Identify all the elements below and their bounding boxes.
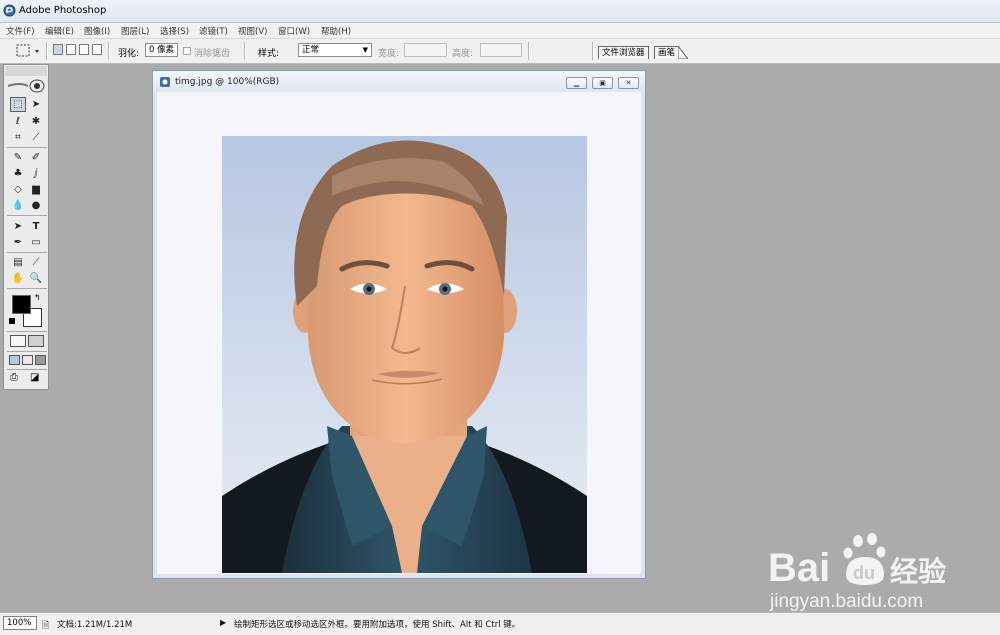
document-title: timg.jpg @ 100%(RGB): [175, 77, 280, 87]
menu-edit[interactable]: 编辑(E): [45, 25, 74, 37]
status-hint: 绘制矩形选区或移动选区外框。要用附加选项，使用 Shift、Alt 和 Ctrl…: [234, 620, 521, 630]
feather-label: 羽化:: [118, 49, 140, 59]
menu-file[interactable]: 文件(F): [6, 25, 35, 37]
tab-corner-icon: [678, 46, 688, 59]
imageready-icon[interactable]: ◪: [30, 372, 44, 385]
menu-help[interactable]: 帮助(H): [321, 25, 351, 37]
minimize-button[interactable]: ▁: [566, 77, 587, 89]
menu-filter[interactable]: 滤镜(T): [199, 25, 228, 37]
full-screen-menu-mode-icon[interactable]: [22, 355, 33, 365]
feather-input[interactable]: 0 像素: [145, 43, 178, 57]
menu-layer[interactable]: 图层(L): [121, 25, 149, 37]
brush-tool-icon[interactable]: ✐: [28, 150, 44, 165]
photoshop-app-icon: [3, 4, 16, 17]
quick-mask-mode-icon[interactable]: [28, 335, 44, 347]
standard-mode-icon[interactable]: [10, 335, 26, 347]
notes-tool-icon[interactable]: ▤: [10, 255, 26, 270]
eyedropper-tool-icon[interactable]: ⟋: [28, 255, 44, 270]
rect-marquee-tool-icon[interactable]: ⬚: [10, 97, 26, 112]
title-bar: Adobe Photoshop: [0, 0, 1000, 23]
subtract-selection-button[interactable]: [79, 44, 89, 55]
tab-brushes[interactable]: 画笔: [654, 46, 680, 59]
canvas-area[interactable]: [157, 92, 641, 574]
status-menu-arrow-icon[interactable]: ▶: [220, 618, 226, 627]
document-title-bar[interactable]: timg.jpg @ 100%(RGB) ▁ ▣ ✕: [153, 71, 645, 92]
maximize-button[interactable]: ▣: [592, 77, 613, 89]
default-colors-icon[interactable]: [9, 318, 15, 324]
baidu-watermark: Bai du 经验 jingyan.baidu.com: [768, 533, 946, 612]
style-select-value: 正常: [302, 45, 320, 55]
clone-stamp-tool-icon[interactable]: ♣: [10, 166, 26, 181]
app-title: Adobe Photoshop: [19, 5, 107, 16]
magic-wand-tool-icon[interactable]: ✱: [28, 114, 44, 129]
history-brush-tool-icon[interactable]: ⅉ: [28, 166, 44, 181]
close-button[interactable]: ✕: [618, 77, 639, 89]
marquee-preset-picker[interactable]: [16, 44, 42, 58]
menu-window[interactable]: 窗口(W): [278, 25, 310, 37]
antialias-label: 消除锯齿: [194, 49, 231, 59]
slice-tool-icon[interactable]: ⟋: [28, 130, 44, 145]
style-label: 样式:: [258, 49, 280, 59]
lasso-tool-icon[interactable]: ℓ: [10, 114, 26, 129]
tool-palette: ⬚ ➤ ℓ ✱ ⌗ ⟋ ✎ ✐ ♣ ⅉ ◇ ▆ 💧 ● ➤ T ✒ ▭ ▤ ⟋ …: [3, 64, 49, 390]
intersect-selection-button[interactable]: [92, 44, 102, 55]
chevron-down-icon: ▼: [362, 46, 368, 54]
new-selection-button[interactable]: [53, 44, 63, 55]
style-select[interactable]: 正常 ▼: [298, 43, 372, 57]
shape-tool-icon[interactable]: ▭: [28, 235, 44, 250]
menu-bar: 文件(F) 编辑(E) 图像(I) 图层(L) 选择(S) 滤镜(T) 视图(V…: [0, 23, 1000, 39]
jump-to-imageready-icon[interactable]: ⎙: [10, 372, 28, 385]
tab-file-browser[interactable]: 文件浏览器: [598, 46, 649, 59]
portrait-image[interactable]: [222, 136, 587, 573]
menu-image[interactable]: 图像(I): [84, 25, 110, 37]
photoshop-eye-logo[interactable]: [6, 77, 47, 94]
pen-tool-icon[interactable]: ✒: [10, 235, 26, 250]
hand-tool-icon[interactable]: ✋: [10, 271, 26, 286]
tool-palette-header[interactable]: [5, 66, 47, 76]
foreground-color-swatch[interactable]: [12, 295, 31, 314]
crop-tool-icon[interactable]: ⌗: [10, 130, 26, 145]
add-to-selection-button[interactable]: [66, 44, 76, 55]
doc-info[interactable]: 文档:1.21M/1.21M: [57, 618, 132, 630]
blur-tool-icon[interactable]: 💧: [10, 198, 26, 213]
status-doc-icon: 🗎: [42, 621, 50, 631]
menu-select[interactable]: 选择(S): [160, 25, 189, 37]
watermark-url: jingyan.baidu.com: [769, 591, 923, 612]
width-label: 宽度:: [378, 49, 400, 59]
full-screen-mode-icon[interactable]: [35, 355, 46, 365]
type-tool-icon[interactable]: T: [28, 219, 44, 234]
swap-colors-icon[interactable]: ↰: [34, 293, 41, 302]
standard-screen-mode-icon[interactable]: [9, 355, 20, 365]
healing-brush-tool-icon[interactable]: ✎: [10, 150, 26, 165]
zoom-field[interactable]: 100%: [3, 616, 37, 630]
height-input[interactable]: [480, 43, 522, 57]
height-label: 高度:: [452, 49, 474, 59]
document-window: timg.jpg @ 100%(RGB) ▁ ▣ ✕: [152, 70, 646, 579]
menu-view[interactable]: 视图(V): [238, 25, 267, 37]
width-input[interactable]: [404, 43, 447, 57]
palette-well: 文件浏览器 画笔: [596, 44, 1000, 61]
gradient-tool-icon[interactable]: ▆: [28, 182, 44, 197]
dodge-tool-icon[interactable]: ●: [28, 198, 44, 213]
watermark-du: du: [853, 563, 875, 583]
document-icon: [160, 77, 170, 87]
status-bar: 100% 🗎 文档:1.21M/1.21M ▶ 绘制矩形选区或移动选区外框。要用…: [0, 612, 1000, 635]
path-selection-tool-icon[interactable]: ➤: [10, 219, 26, 234]
zoom-tool-icon[interactable]: 🔍: [28, 271, 44, 286]
eraser-tool-icon[interactable]: ◇: [10, 182, 26, 197]
antialias-checkbox[interactable]: [183, 47, 191, 55]
watermark-brand: Bai: [768, 546, 830, 590]
move-tool-icon[interactable]: ➤: [28, 97, 44, 112]
watermark-brand-2: 经验: [890, 555, 946, 588]
